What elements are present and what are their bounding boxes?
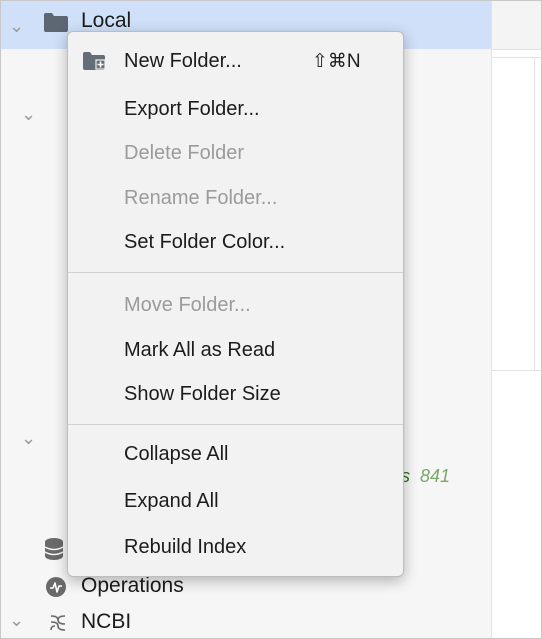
sidebar-item-label: NCBI (81, 610, 132, 633)
content-header (492, 1, 541, 50)
content-pane (491, 1, 541, 638)
menu-item-label: New Folder... (124, 50, 242, 72)
folder-icon (44, 13, 68, 32)
menu-item-expand-all[interactable]: Expand All (124, 490, 219, 513)
chevron-down-icon[interactable]: ⌄ (21, 105, 36, 123)
menu-item-delete-folder: Delete Folder (124, 142, 245, 164)
new-folder-icon (83, 52, 106, 70)
peek-count: 841 (420, 466, 451, 486)
sidebar-item-label: Operations (81, 574, 184, 597)
chevron-down-icon[interactable]: ⌄ (9, 17, 24, 35)
menu-item-show-folder-size[interactable]: Show Folder Size (124, 383, 281, 406)
window-frame: ⌄ Local ⌄ ⌄ Operations ⌄ NCBI 841 New Fo… (0, 0, 542, 639)
menu-separator (68, 424, 403, 425)
menu-separator (68, 272, 403, 273)
sidebar-item-label: Local (81, 9, 132, 32)
operations-icon (46, 577, 66, 597)
chevron-down-icon[interactable]: ⌄ (9, 611, 24, 629)
chevron-down-icon[interactable]: ⌄ (21, 429, 36, 447)
ncbi-icon (50, 615, 66, 631)
menu-item-shortcut: ⇧⌘N (312, 51, 361, 72)
menu-item-collapse-all[interactable]: Collapse All (124, 443, 229, 466)
menu-item-rebuild-index[interactable]: Rebuild Index (124, 536, 246, 559)
menu-item-rename-folder: Rename Folder... (124, 187, 278, 209)
menu-item-mark-all-read[interactable]: Mark All as Read (124, 339, 275, 362)
context-menu: New Folder... ⇧⌘N Export Folder... Delet… (67, 31, 404, 577)
menu-item-export-folder[interactable]: Export Folder... (124, 98, 260, 121)
menu-item-move-folder: Move Folder... (124, 294, 251, 316)
menu-item-set-folder-color[interactable]: Set Folder Color... (124, 231, 285, 254)
database-icon (44, 538, 64, 560)
content-panel (492, 57, 541, 371)
